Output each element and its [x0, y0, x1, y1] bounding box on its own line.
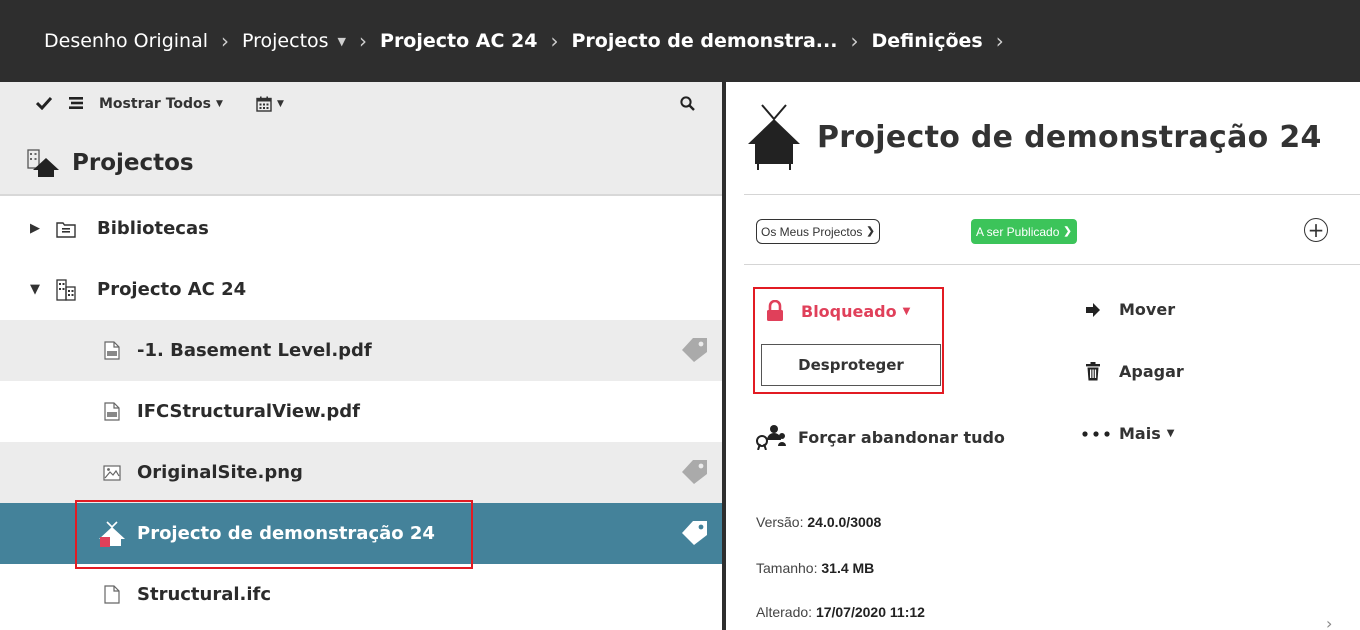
- breadcrumb-item-definicoes[interactable]: Definições: [871, 30, 982, 52]
- breadcrumb: Desenho Original › Projectos ▼ › Projecto…: [0, 0, 1360, 82]
- tree-row-label: OriginalSite.png: [137, 462, 303, 483]
- chevron-right-icon[interactable]: ›: [1326, 614, 1332, 630]
- panel-title: Projectos: [0, 132, 722, 196]
- arrow-right-icon: [1081, 302, 1105, 318]
- move-action[interactable]: Mover: [1081, 300, 1175, 319]
- building-icon: [56, 278, 76, 301]
- project-filter-select[interactable]: Os Meus Projectos ❯: [756, 219, 880, 244]
- calendar-icon: [256, 96, 272, 112]
- version-info: Versão: 24.0.0/3008: [756, 514, 881, 530]
- pdf-file-icon: [104, 341, 120, 360]
- plus-icon: +: [1307, 218, 1325, 242]
- tag-icon[interactable]: [680, 337, 708, 368]
- tree-row-ifcstructuralview-pdf[interactable]: IFCStructuralView.pdf: [0, 381, 722, 442]
- project-filter-value: Os Meus Projectos: [761, 224, 863, 239]
- trash-icon: [1081, 362, 1105, 381]
- selection-highlight: [75, 500, 473, 569]
- status-value: A ser Publicado: [976, 224, 1060, 239]
- library-icon: [56, 220, 76, 238]
- tree-row-basement-level-pdf[interactable]: -1. Basement Level.pdf: [0, 320, 722, 381]
- breadcrumb-separator: ›: [850, 29, 859, 53]
- ellipsis-icon: [1081, 430, 1111, 437]
- checkmark-icon[interactable]: [36, 96, 52, 110]
- chevron-down-icon: ❯: [866, 226, 875, 237]
- divider: [744, 194, 1360, 195]
- modified-label: Alterado:: [756, 604, 813, 620]
- expand-arrow-icon[interactable]: ▶: [30, 221, 40, 236]
- list-view-icon[interactable]: [68, 96, 84, 110]
- size-label: Tamanho:: [756, 560, 818, 576]
- house-project-large-icon: [746, 102, 802, 176]
- breadcrumb-separator: ›: [359, 29, 368, 53]
- move-label: Mover: [1119, 300, 1176, 319]
- tree-row-originalsite-png[interactable]: OriginalSite.png: [0, 442, 722, 503]
- caret-down-icon[interactable]: ▼: [338, 35, 346, 48]
- tag-icon[interactable]: [680, 520, 708, 551]
- panel-title-text: Projectos: [72, 150, 194, 176]
- tree-row-label: Projecto AC 24: [97, 279, 247, 300]
- breadcrumb-item-projectos[interactable]: Projectos ▼: [242, 30, 346, 52]
- more-actions-dropdown[interactable]: Mais ▼: [1081, 424, 1174, 443]
- caret-down-icon: ▼: [216, 99, 223, 109]
- delete-action[interactable]: Apagar: [1081, 362, 1184, 381]
- search-icon[interactable]: [680, 96, 695, 111]
- file-icon: [104, 585, 120, 604]
- calendar-dropdown[interactable]: ▼: [256, 96, 284, 112]
- caret-down-icon: ▼: [277, 99, 284, 109]
- status-select[interactable]: A ser Publicado ❯: [971, 219, 1077, 244]
- tree-row-label: -1. Basement Level.pdf: [137, 340, 372, 361]
- project-tree-panel: Mostrar Todos ▼ ▼ Projectos ▶ Bibliotecas: [0, 82, 722, 630]
- tree-row-structural-ifc[interactable]: Structural.ifc: [0, 564, 722, 625]
- divider: [744, 264, 1360, 265]
- project-detail-panel: Projecto de demonstração 24 Os Meus Proj…: [726, 82, 1360, 630]
- modified-info: Alterado: 17/07/2020 11:12: [756, 604, 925, 620]
- tree-row-label: Bibliotecas: [97, 218, 209, 239]
- more-label: Mais: [1119, 424, 1161, 443]
- size-value: 31.4 MB: [821, 560, 875, 576]
- tree-toolbar: Mostrar Todos ▼ ▼: [0, 82, 722, 132]
- caret-down-icon: ▼: [1166, 428, 1175, 439]
- breadcrumb-item-projecto-demonstracao[interactable]: Projecto de demonstra...: [571, 30, 837, 52]
- version-label: Versão:: [756, 514, 804, 530]
- size-info: Tamanho: 31.4 MB: [756, 560, 874, 576]
- image-file-icon: [103, 464, 121, 481]
- breadcrumb-separator: ›: [221, 29, 230, 53]
- tree-row-label: IFCStructuralView.pdf: [137, 401, 360, 422]
- add-button[interactable]: +: [1304, 218, 1328, 242]
- breadcrumb-item-projecto-ac-24[interactable]: Projecto AC 24: [380, 30, 537, 52]
- lock-highlight: [753, 287, 944, 394]
- users-icon: [756, 424, 786, 450]
- delete-label: Apagar: [1119, 362, 1184, 381]
- show-all-filter-dropdown[interactable]: Mostrar Todos ▼: [99, 96, 223, 112]
- tree-row-projecto-ac-24[interactable]: ▼ Projecto AC 24: [0, 259, 722, 320]
- tree-row-label: Structural.ifc: [137, 584, 272, 605]
- tag-icon[interactable]: [680, 459, 708, 490]
- breadcrumb-item-desenho-original[interactable]: Desenho Original: [44, 30, 208, 52]
- chevron-down-icon: ❯: [1063, 226, 1072, 237]
- projects-icon: [26, 148, 60, 178]
- pdf-file-icon: [104, 402, 120, 421]
- version-value: 24.0.0/3008: [807, 514, 882, 530]
- filter-label: Mostrar Todos: [99, 96, 211, 112]
- breadcrumb-separator: ›: [550, 29, 559, 53]
- project-title: Projecto de demonstração 24: [817, 120, 1322, 155]
- modified-value: 17/07/2020 11:12: [815, 604, 925, 620]
- force-release-label: Forçar abandonar tudo: [798, 427, 1005, 447]
- breadcrumb-separator: ›: [995, 29, 1004, 53]
- collapse-arrow-icon[interactable]: ▼: [30, 282, 40, 297]
- tree-row-bibliotecas[interactable]: ▶ Bibliotecas: [0, 198, 722, 259]
- force-release-all-action[interactable]: Forçar abandonar tudo: [756, 424, 1005, 450]
